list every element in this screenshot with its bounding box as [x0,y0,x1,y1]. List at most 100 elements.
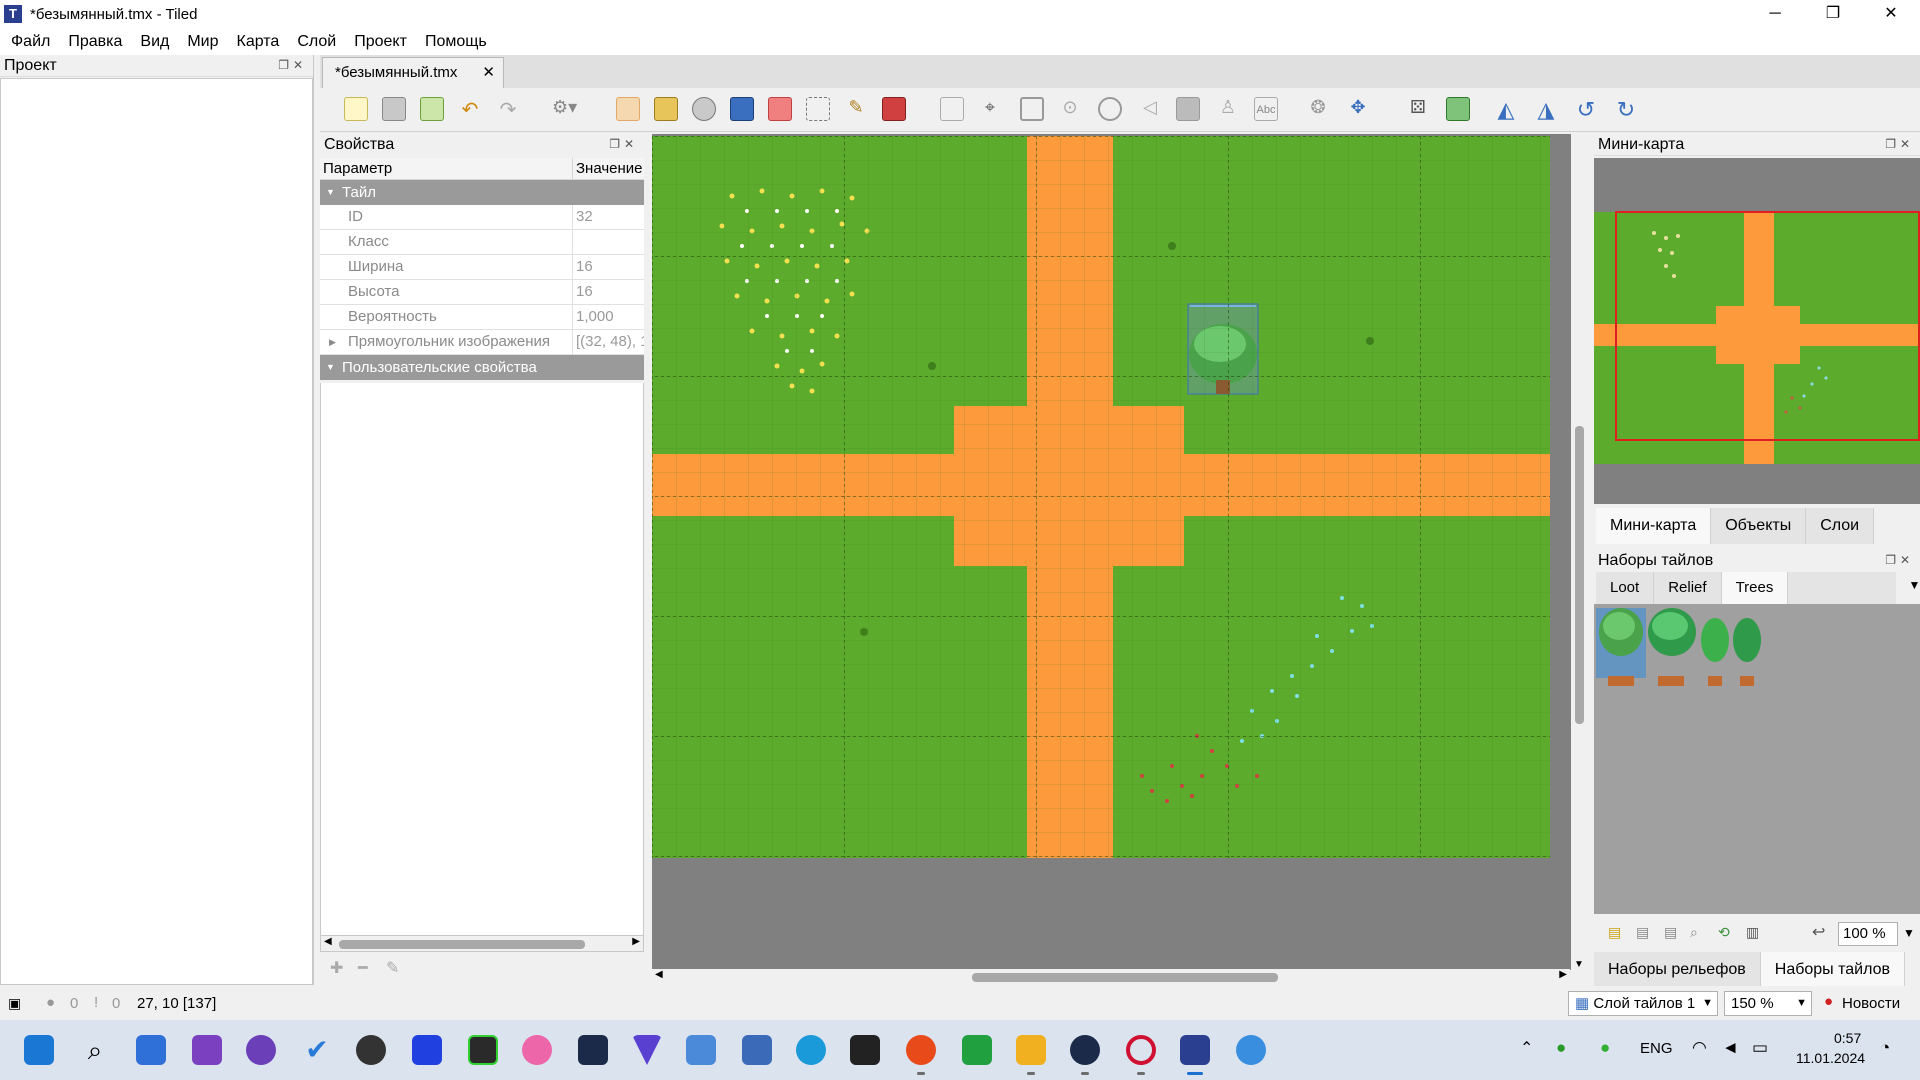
tray-app-icon[interactable]: ● [1556,1038,1566,1058]
close-tab-icon[interactable]: ✕ [482,58,495,88]
dock-float-close-icons[interactable]: ❐✕ [609,137,638,151]
clock-time[interactable]: 0:57 [1834,1030,1861,1046]
save-icon[interactable] [420,97,444,121]
new-tileset-icon[interactable]: ▤ [1608,924,1621,941]
map-zoom-select[interactable]: 150 % ▼ [1724,991,1812,1016]
export-tileset-icon[interactable]: ▤ [1664,924,1677,941]
tab-tileset-trees[interactable]: Trees [1721,572,1789,604]
document-tab[interactable]: *безымянный.tmx ✕ [322,57,504,88]
scroll-down-icon[interactable]: ▼ [1574,959,1584,970]
music-icon[interactable] [906,1035,936,1065]
tileset-canvas[interactable] [1594,604,1920,914]
property-value[interactable]: 1,000 [573,305,644,329]
tab-terrain-sets[interactable]: Наборы рельефов [1594,952,1761,986]
insert-tile-icon[interactable] [1176,97,1200,121]
file-explorer-icon[interactable] [1016,1035,1046,1065]
news-link[interactable]: Новости [1842,995,1900,1012]
scroll-right-icon[interactable]: ▶ [1559,969,1567,980]
scroll-thumb[interactable] [1575,426,1584,724]
notifications-icon[interactable]: ◔ [1880,1038,1890,1058]
volume-icon[interactable]: ◄ [1722,1038,1739,1058]
edit-polygons-icon[interactable]: ⌖ [978,97,1002,121]
datasheet-icon[interactable] [578,1035,608,1065]
tab-minimap[interactable]: Мини-карта [1596,508,1712,544]
tray-nvidia-icon[interactable]: ● [1600,1038,1610,1058]
language-indicator[interactable]: ENG [1640,1040,1673,1057]
clock-date[interactable]: 11.01.2024 [1796,1050,1865,1066]
minimap-canvas[interactable] [1594,158,1920,504]
dock-float-close-icons[interactable]: ❐✕ [1885,137,1914,151]
eraser-icon[interactable] [768,97,792,121]
rect-select-icon[interactable] [806,97,830,121]
github-desktop-icon[interactable] [246,1035,276,1065]
select-same-tile-icon[interactable] [882,97,906,121]
start-icon[interactable] [24,1035,54,1065]
scroll-left-icon[interactable]: ◀ [655,969,663,980]
menu-world[interactable]: Мир [178,33,227,51]
property-row[interactable]: Вероятность 1,000 [320,305,644,330]
insert-template-icon[interactable]: ♙ [1216,97,1240,121]
expand-arrow-icon[interactable]: ▶ [329,330,336,354]
rotate-right-icon[interactable]: ↻ [1614,97,1638,122]
menu-view[interactable]: Вид [131,33,178,51]
stamp-brush-icon[interactable] [616,97,640,121]
menu-layer[interactable]: Слой [288,33,345,51]
osu-icon[interactable] [522,1035,552,1065]
random-mode-icon[interactable]: ⚄ [1406,97,1430,121]
add-property-icon[interactable]: ✚ [330,958,343,978]
news-alert-icon[interactable]: ● [1824,993,1833,1010]
map-hscrollbar[interactable]: ◀ ▶ [652,969,1570,986]
magic-wand-icon[interactable]: ✎ [844,97,868,121]
shape-fill-icon[interactable] [730,97,754,121]
pycharm-icon[interactable] [468,1035,498,1065]
edge-icon[interactable] [796,1035,826,1065]
menu-file[interactable]: Файл [2,33,59,51]
tab-tileset-relief[interactable]: Relief [1654,572,1722,604]
tileset-view[interactable] [1594,604,1920,914]
tab-tileset-loot[interactable]: Loot [1596,572,1655,604]
layer-select[interactable]: ▦ Слой тайлов 1 ▼ [1568,991,1718,1016]
remove-property-icon[interactable]: ━ [358,958,368,978]
tab-tilesets[interactable]: Наборы тайлов [1760,952,1906,986]
undo-icon[interactable]: ↶ [458,97,482,121]
tileset-zoom-select[interactable]: 100 % [1838,922,1898,946]
property-row[interactable]: Класс [320,230,644,255]
wifi-icon[interactable]: ◠ [1692,1038,1707,1058]
dock-float-close-icons[interactable]: ❐✕ [278,58,307,72]
dock-float-close-icons[interactable]: ❐✕ [1885,553,1914,567]
app-icon-sky[interactable] [1236,1035,1266,1065]
select-objects-icon[interactable] [940,97,964,121]
world-tool-icon[interactable]: ❂ [1306,97,1330,121]
app-icon-blue[interactable] [412,1035,442,1065]
chevron-down-icon[interactable]: ▼ [1903,926,1915,940]
tab-layers[interactable]: Слои [1806,508,1875,544]
group-tile[interactable]: Тайл [320,180,644,205]
bucket-fill-icon[interactable] [692,97,716,121]
scroll-thumb[interactable] [972,973,1278,982]
edit-tileset-icon[interactable]: ⌕ [1690,924,1698,941]
scroll-right-icon[interactable]: ▶ [632,936,640,947]
battery-icon[interactable]: ▭ [1752,1038,1768,1058]
minimize-button[interactable]: ─ [1746,0,1804,28]
property-row[interactable]: ▶ Прямоугольник изображения [(32, 48), 1 [320,330,644,355]
insert-text-icon[interactable]: Abc [1254,97,1278,121]
store-icon[interactable] [136,1035,166,1065]
steam-icon[interactable] [1070,1035,1100,1065]
warning-icon[interactable]: ! [94,994,98,1011]
menu-map[interactable]: Карта [228,33,289,51]
map-vscrollbar[interactable]: ▼ [1571,134,1588,970]
insert-point-icon[interactable]: ⊙ [1058,97,1082,121]
redo-icon[interactable]: ↷ [496,97,520,121]
menu-edit[interactable]: Правка [59,33,131,51]
close-button[interactable]: ✕ [1862,0,1920,28]
clock-icon[interactable] [356,1035,386,1065]
menu-project[interactable]: Проект [345,33,416,51]
properties-hscrollbar[interactable]: ◀ ▶ [320,935,644,952]
wang-fill-icon[interactable] [1446,97,1470,121]
maximize-button[interactable]: ❐ [1804,0,1862,28]
error-icon[interactable]: ● [46,994,55,1011]
monitor-icon[interactable] [686,1035,716,1065]
notion-icon[interactable] [850,1035,880,1065]
flip-vertical-icon[interactable]: ◮ [1534,97,1558,122]
commands-icon[interactable]: ⚙▾ [552,97,577,121]
